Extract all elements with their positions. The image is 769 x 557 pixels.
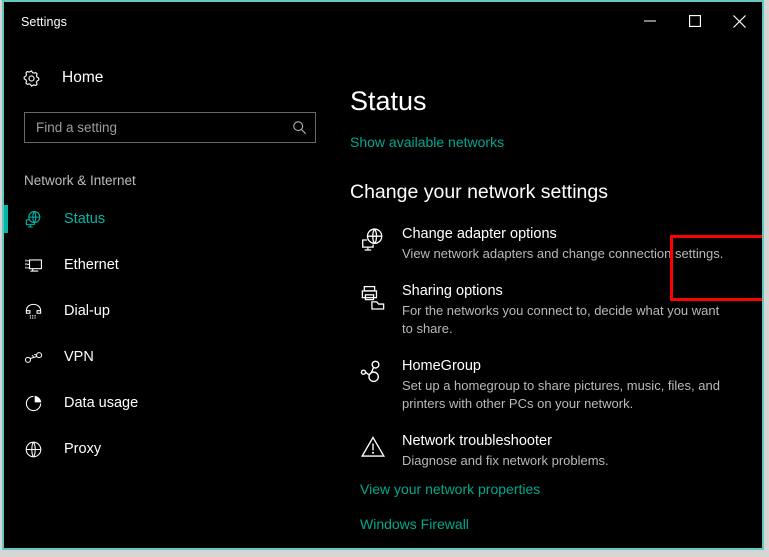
title-bar[interactable]: Settings (4, 2, 762, 40)
section-heading: Change your network settings (350, 181, 608, 203)
option-text: HomeGroup Set up a homegroup to share pi… (402, 357, 738, 414)
sidebar-item-dial-up[interactable]: Dial-up (4, 288, 334, 334)
option-homegroup[interactable]: HomeGroup Set up a homegroup to share pi… (350, 350, 738, 421)
option-description: View network adapters and change connect… (402, 246, 724, 261)
minimize-button[interactable] (627, 2, 672, 40)
sidebar-item-vpn[interactable]: VPN (4, 334, 334, 380)
close-icon (733, 14, 746, 28)
window-controls (627, 2, 762, 40)
search-icon[interactable] (292, 120, 307, 135)
sidebar-home-label: Home (62, 69, 104, 86)
sidebar-item-status[interactable]: Status (4, 196, 334, 242)
windows-firewall-link[interactable]: Windows Firewall (360, 516, 738, 532)
option-title: HomeGroup (402, 357, 481, 374)
sidebar-item-data-usage[interactable]: Data usage (4, 380, 334, 426)
warning-triangle-icon (360, 432, 402, 460)
sidebar-item-label: VPN (64, 349, 94, 365)
settings-window: Settings Home Find a setting Network & I… (2, 0, 764, 550)
main-content: Status Show available networks Change yo… (334, 40, 762, 548)
sidebar-item-label: Status (64, 211, 106, 227)
minimize-icon (643, 20, 656, 22)
sidebar: Home Network & Internet (4, 40, 334, 548)
window-title: Settings (21, 15, 67, 29)
option-text: Network troubleshooter Diagnose and fix … (402, 432, 738, 471)
globe-icon (24, 440, 54, 459)
view-network-properties-link[interactable]: View your network properties (360, 481, 738, 497)
network-status-icon (24, 210, 54, 229)
search-input[interactable] (36, 120, 292, 135)
search-box[interactable] (24, 112, 316, 143)
maximize-button[interactable] (672, 2, 717, 40)
network-adapter-icon (360, 225, 402, 253)
option-description: For the networks you connect to, decide … (402, 302, 720, 337)
sidebar-item-label: Data usage (64, 395, 139, 411)
option-title: Change adapter options (402, 226, 557, 242)
sidebar-category-label: Network & Internet (24, 173, 136, 188)
option-text: Sharing options For the networks you con… (402, 282, 738, 339)
gear-icon (22, 69, 52, 88)
window-body: Home Network & Internet (4, 40, 762, 548)
sidebar-nav: Status Ethernet Dial-up VPN Data usage P… (4, 196, 334, 472)
footer-links: View your network properties Windows Fir… (350, 481, 738, 532)
homegroup-icon (360, 357, 402, 385)
close-button[interactable] (717, 2, 762, 40)
option-description: Diagnose and fix network problems. (402, 452, 609, 468)
sidebar-item-label: Ethernet (64, 257, 119, 273)
option-description: Set up a homegroup to share pictures, mu… (402, 377, 720, 412)
option-network-troubleshooter[interactable]: Network troubleshooter Diagnose and fix … (350, 425, 738, 478)
option-title: Sharing options (402, 282, 503, 299)
sidebar-item-proxy[interactable]: Proxy (4, 426, 334, 472)
vpn-key-icon (24, 348, 54, 367)
sidebar-item-label: Proxy (64, 441, 102, 457)
sharing-icon (360, 282, 402, 310)
sidebar-item-ethernet[interactable]: Ethernet (4, 242, 334, 288)
maximize-icon (688, 15, 701, 27)
option-title: Network troubleshooter (402, 432, 552, 449)
option-sharing-options[interactable]: Sharing options For the networks you con… (350, 275, 738, 346)
sidebar-item-label: Dial-up (64, 303, 110, 319)
pie-chart-icon (24, 394, 54, 413)
option-text: Change adapter options View network adap… (402, 225, 738, 264)
show-available-networks-link[interactable]: Show available networks (350, 134, 504, 150)
option-change-adapter-options[interactable]: Change adapter options View network adap… (350, 218, 738, 271)
page-title: Status (350, 86, 427, 116)
ethernet-icon (24, 256, 54, 275)
phone-icon (24, 302, 54, 321)
sidebar-item-home[interactable]: Home (4, 60, 334, 96)
